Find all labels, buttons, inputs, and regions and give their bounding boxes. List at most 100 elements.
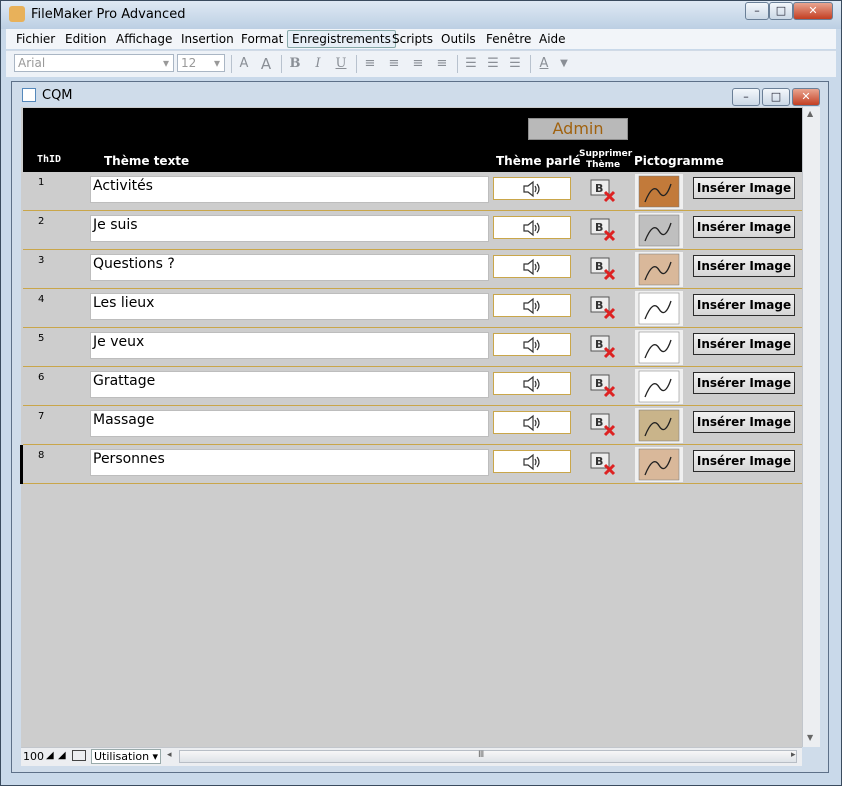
delete-theme-button[interactable]: B [587,294,619,320]
toolbar-divider [457,55,458,73]
delete-icon: B [590,296,616,320]
theme-text-field[interactable]: Les lieux [90,293,489,320]
horizontal-scrollbar[interactable]: Ⅲ [179,750,797,763]
speaker-icon [523,453,540,471]
insert-image-button[interactable]: Insérer Image [693,216,795,238]
scroll-down-icon[interactable]: ▼ [807,733,813,742]
zoom-in-icon[interactable]: ◢ [58,750,66,761]
insert-image-button[interactable]: Insérer Image [693,255,795,277]
menu-affichage[interactable]: Affichage [116,32,172,46]
delete-theme-button[interactable]: B [587,372,619,398]
theme-text-field[interactable]: Massage [90,410,489,437]
theme-sound-field[interactable] [493,450,571,473]
close-button[interactable]: ✕ [793,2,833,20]
line-spacing-single-icon[interactable]: ☰ [463,56,479,72]
theme-text-field[interactable]: Je veux [90,332,489,359]
menu-enregistrements[interactable]: Enregistrements [287,30,396,48]
font-name: Arial [18,56,46,70]
insert-image-button[interactable]: Insérer Image [693,294,795,316]
doc-close-button[interactable]: ✕ [792,88,820,106]
scroll-right-icon[interactable]: ▸ [791,750,796,760]
delete-theme-button[interactable]: B [587,255,619,281]
delete-icon: B [590,413,616,437]
mode-select[interactable]: Utilisation ▾ [91,749,161,764]
header-supprimer-line1: Supprimer [579,149,633,159]
theme-sound-field[interactable] [493,294,571,317]
status-bar: 100 ◢ ◢ Utilisation ▾ ◂ Ⅲ ▸ [21,747,802,766]
menu-fenetre[interactable]: Fenêtre [486,32,531,46]
svg-text:B: B [595,299,603,312]
line-spacing-custom-icon[interactable]: ☰ [507,56,523,72]
theme-text-field[interactable]: Grattage [90,371,489,398]
chevron-down-icon[interactable]: ▼ [556,56,572,72]
menu-format[interactable]: Format [241,32,283,46]
speaker-icon [523,375,540,393]
italic-icon[interactable]: I [310,56,326,72]
theme-text-field[interactable]: Personnes [90,449,489,476]
zoom-out-icon[interactable]: ◢ [46,750,54,761]
theme-text-field[interactable]: Questions ? [90,254,489,281]
delete-theme-button[interactable]: B [587,411,619,437]
insert-image-button[interactable]: Insérer Image [693,177,795,199]
align-center-icon[interactable]: ≡ [386,56,402,72]
menu-scripts[interactable]: Scripts [392,32,433,46]
header-theme-texte: Thème texte [104,154,190,168]
font-size: 12 [181,56,197,70]
text-color-icon[interactable]: A [536,56,552,72]
delete-theme-button[interactable]: B [587,177,619,203]
decrease-font-icon[interactable]: A [236,56,252,72]
menu-outils[interactable]: Outils [441,32,476,46]
increase-font-icon[interactable]: A [258,56,274,72]
maximize-button[interactable]: □ [769,2,793,20]
delete-theme-button[interactable]: B [587,450,619,476]
menu-fichier[interactable]: Fichier [16,32,55,46]
align-left-icon[interactable]: ≡ [362,56,378,72]
theme-sound-field[interactable] [493,255,571,278]
svg-text:B: B [595,260,603,273]
insert-image-button[interactable]: Insérer Image [693,450,795,472]
svg-text:B: B [595,377,603,390]
theme-text-field[interactable]: Activités [90,176,489,203]
theme-sound-field[interactable] [493,333,571,356]
theme-text-field[interactable]: Je suis [90,215,489,242]
doc-minimize-button[interactable]: – [732,88,760,106]
theme-sound-field[interactable] [493,177,571,200]
insert-image-button[interactable]: Insérer Image [693,333,795,355]
insert-image-button[interactable]: Insérer Image [693,411,795,433]
menu-edition[interactable]: Edition [65,32,107,46]
theme-sound-field[interactable] [493,411,571,434]
record-id: 7 [38,411,45,422]
font-select[interactable]: Arial ▾ [14,54,174,72]
doc-maximize-button[interactable]: □ [762,88,790,106]
delete-theme-button[interactable]: B [587,333,619,359]
zoom-level[interactable]: 100 [23,750,44,763]
record-row: 2 Je suis B Insérer Image [23,211,803,250]
menu-insertion[interactable]: Insertion [181,32,234,46]
insert-image-button[interactable]: Insérer Image [693,372,795,394]
align-right-icon[interactable]: ≡ [410,56,426,72]
theme-sound-field[interactable] [493,216,571,239]
record-row: 1 Activités B Insérer Image [23,172,803,211]
line-spacing-double-icon[interactable]: ☰ [485,56,501,72]
record-row: 4 Les lieux B Insérer Image [23,289,803,328]
scroll-grip-icon: Ⅲ [478,750,485,760]
align-justify-icon[interactable]: ≡ [434,56,450,72]
admin-button[interactable]: Admin [528,118,628,140]
app-title: FileMaker Pro Advanced [31,7,186,22]
record-id: 2 [38,216,45,227]
scroll-up-icon[interactable]: ▲ [807,109,813,118]
delete-icon: B [590,374,616,398]
toolbar-divider [356,55,357,73]
delete-icon: B [590,218,616,242]
size-select[interactable]: 12 ▾ [177,54,225,72]
vertical-scrollbar[interactable]: ▲ ▼ [802,107,820,747]
pictogram-thumbnail-icon [638,175,680,208]
theme-sound-field[interactable] [493,372,571,395]
delete-theme-button[interactable]: B [587,216,619,242]
underline-icon[interactable]: U [333,56,349,72]
scroll-left-icon[interactable]: ◂ [167,750,172,760]
status-toolbar-toggle-icon[interactable] [72,750,86,761]
minimize-button[interactable]: – [745,2,769,20]
bold-icon[interactable]: B [287,56,303,72]
menu-aide[interactable]: Aide [539,32,566,46]
